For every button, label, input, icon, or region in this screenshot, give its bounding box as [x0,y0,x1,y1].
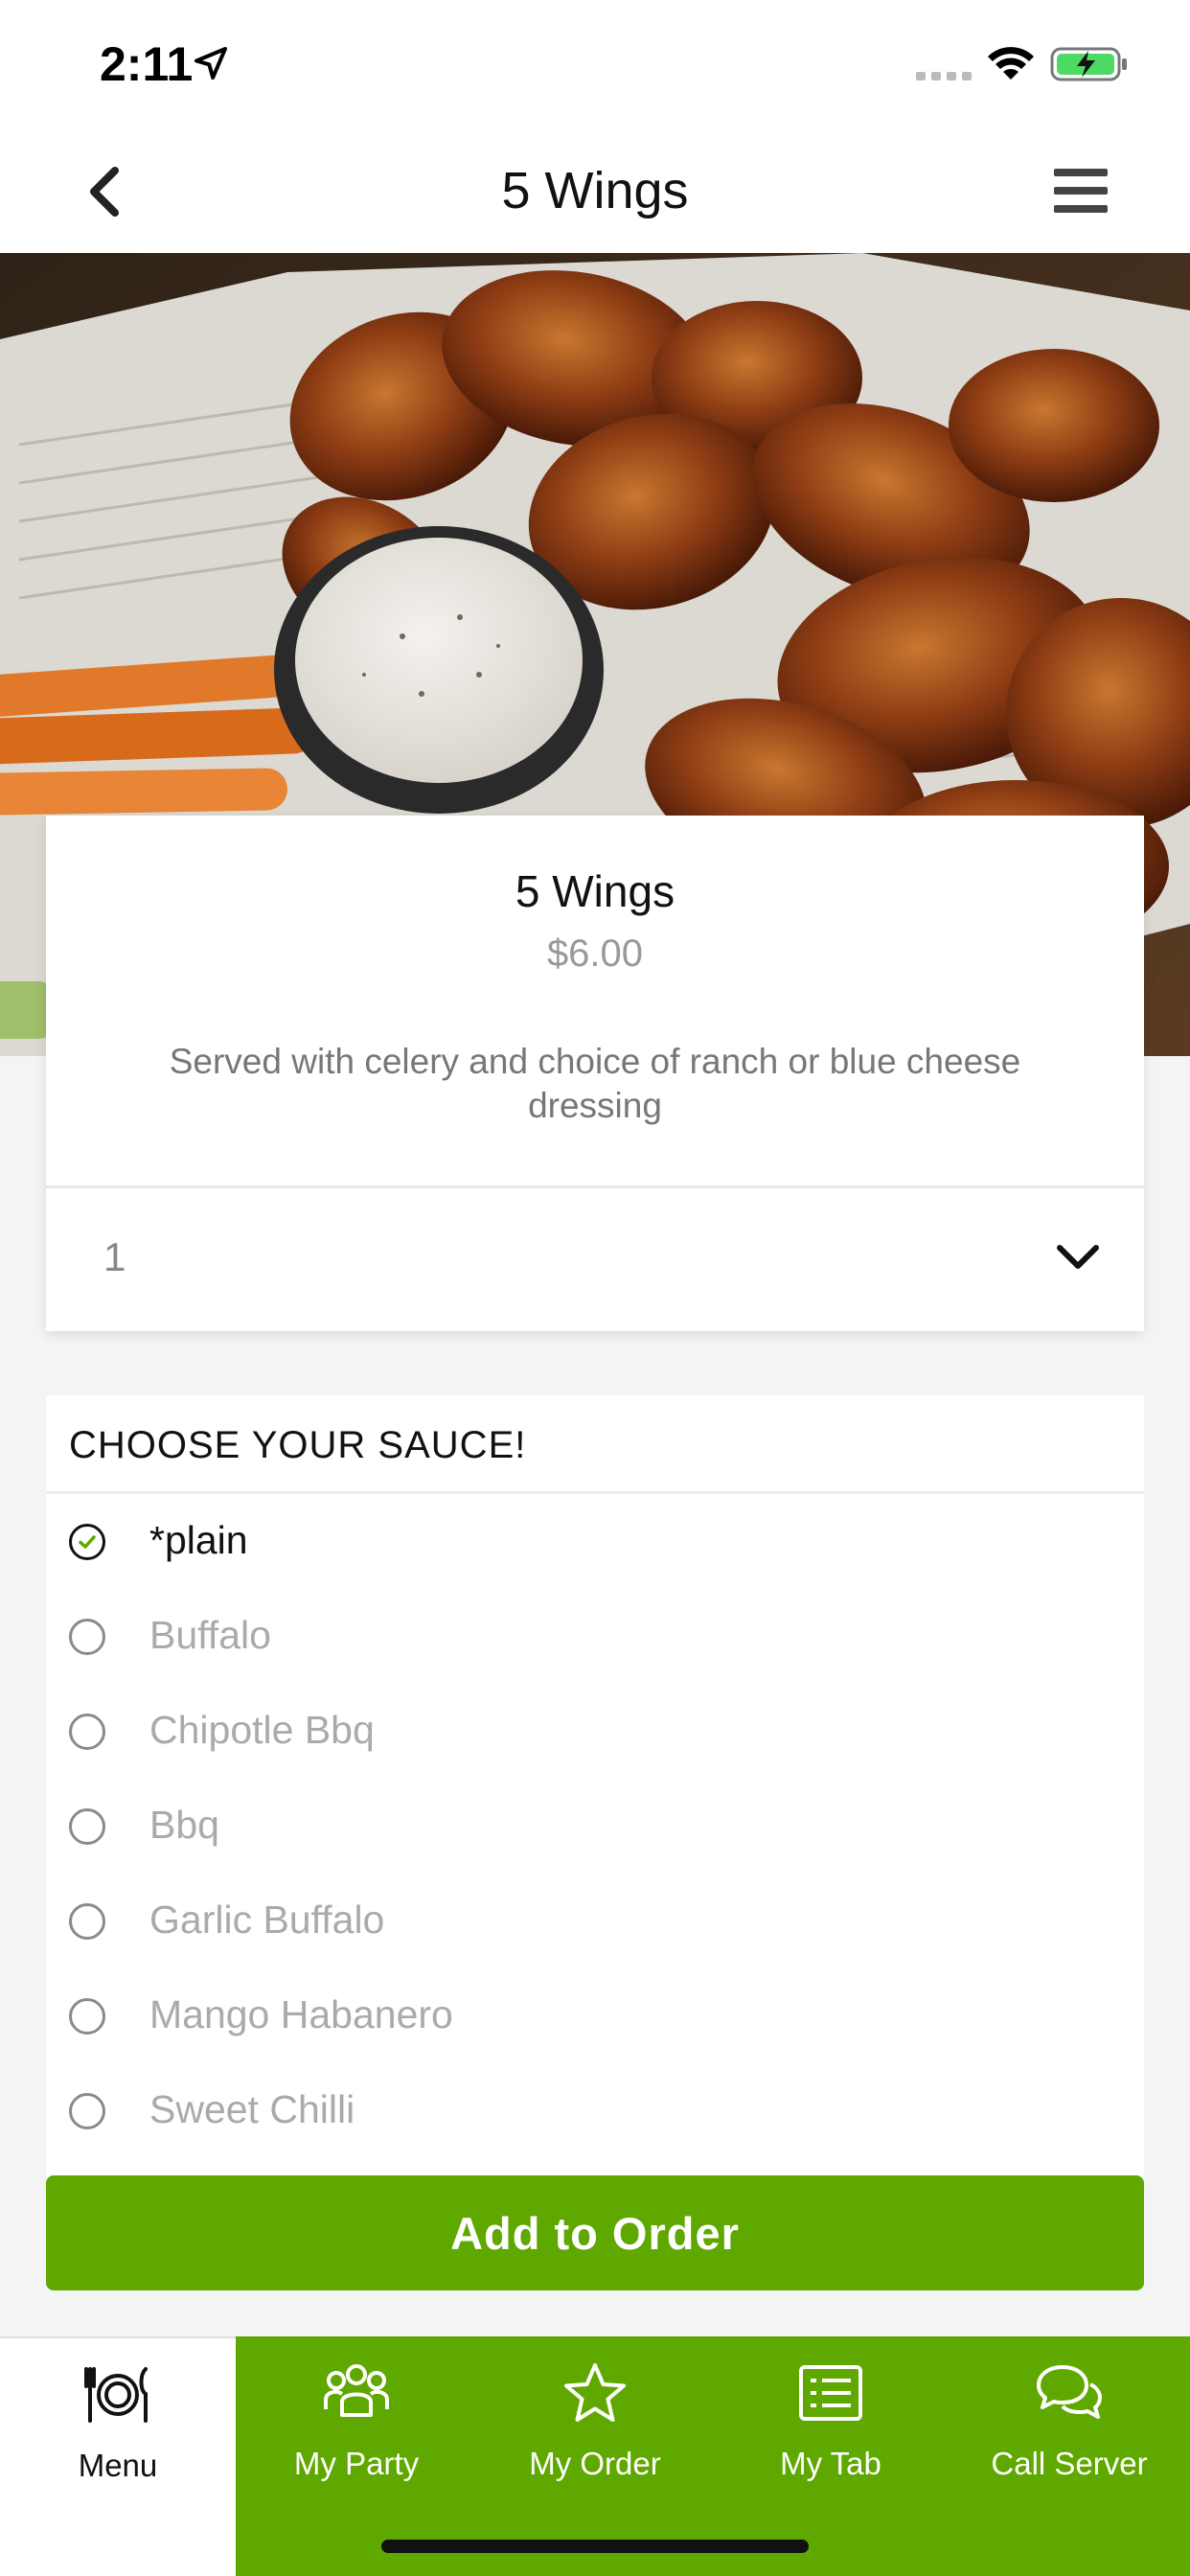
sauce-section-header: CHOOSE YOUR SAUCE! [69,1424,527,1466]
tab-label: My Party [293,2446,420,2481]
page-title: 5 Wings [501,162,689,219]
group-icon [324,2364,389,2417]
sauce-option-label: Chipotle Bbq [149,1708,375,1752]
sauce-option[interactable]: Buffalo [46,1590,1144,1685]
star-icon [564,2363,626,2422]
sauce-option-label: Mango Habanero [149,1992,453,2036]
item-price: $6.00 [546,932,644,975]
radio-unchecked-icon [69,1619,105,1655]
item-name: 5 Wings [515,866,675,916]
list-icon [799,2365,862,2421]
radio-unchecked-icon [69,1714,105,1750]
sauce-option-label: Garlic Buffalo [149,1898,385,1942]
tab-label: Call Server [991,2446,1148,2481]
status-bar: 2:11 [0,0,1190,126]
sauce-option-label: *plain [149,1518,248,1562]
sauce-option-label: Bbq [149,1803,219,1847]
item-detail-card: 5 Wings $6.00 Served with celery and cho… [46,816,1144,1331]
battery-charging-icon [1050,47,1127,81]
sauce-option[interactable]: *plain [46,1495,1144,1590]
sauce-option[interactable]: Sweet Chilli [46,2064,1144,2159]
tab-label: My Tab [780,2446,881,2481]
status-time: 2:11 [100,37,194,91]
sauce-option[interactable]: Bbq [46,1780,1144,1874]
hamburger-icon[interactable] [1052,167,1110,215]
radio-checked-icon [69,1524,105,1560]
tab-label: Menu [78,2448,158,2483]
chevron-down-icon [1057,1245,1099,1269]
radio-unchecked-icon [69,1903,105,1940]
wifi-icon [988,47,1034,80]
navigation-bar: 5 Wings [0,126,1190,253]
tab-call-server[interactable]: Call Server [949,2336,1190,2576]
home-indicator [381,2540,809,2553]
section-divider [46,1491,1144,1494]
cellular-signal-icon [916,72,972,80]
add-to-order-button[interactable]: Add to Order [46,2175,1144,2290]
quantity-value: 1 [103,1234,126,1279]
radio-unchecked-icon [69,2093,105,2129]
sauce-option[interactable]: Garlic Buffalo [46,1874,1144,1969]
sauce-options-section: CHOOSE YOUR SAUCE! *plain Buffalo Chipot… [46,1395,1144,2183]
item-description: Served with celery and choice of ranch o… [169,1042,1021,1125]
location-arrow-icon [195,47,227,80]
sauce-option[interactable]: Chipotle Bbq [46,1685,1144,1780]
quantity-select[interactable]: 1 [46,1188,1144,1331]
sauce-option[interactable]: Mango Habanero [46,1969,1144,2064]
radio-unchecked-icon [69,1808,105,1845]
sauce-option-label: Buffalo [149,1613,271,1657]
chat-bubbles-icon [1037,2365,1102,2419]
plate-cutlery-icon [84,2367,148,2423]
tab-menu[interactable]: Menu [0,2336,236,2576]
tab-label: My Order [529,2446,661,2481]
sauce-option-label: Sweet Chilli [149,2087,355,2131]
radio-unchecked-icon [69,1998,105,2035]
